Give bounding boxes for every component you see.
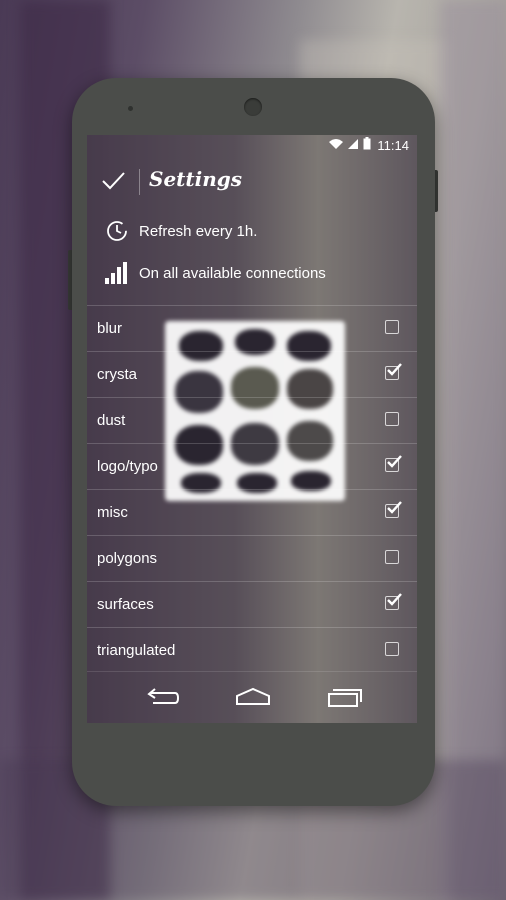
connection-setting[interactable]: On all available connections bbox=[103, 261, 326, 285]
home-icon bbox=[236, 687, 270, 705]
category-label: triangulated bbox=[97, 642, 176, 659]
checkmark-icon bbox=[387, 363, 402, 376]
category-checkbox[interactable] bbox=[385, 363, 402, 380]
category-label: dust bbox=[97, 412, 126, 429]
category-checkbox[interactable] bbox=[385, 593, 402, 610]
recents-icon bbox=[328, 689, 362, 707]
category-row[interactable]: polygons bbox=[87, 535, 417, 581]
category-list: blur crysta dust logo/typo misc polygons surfa… bbox=[87, 305, 417, 673]
status-bar: 11:14 bbox=[87, 135, 417, 157]
action-bar-divider bbox=[139, 169, 140, 195]
back-icon bbox=[147, 688, 180, 704]
category-label: polygons bbox=[97, 550, 158, 567]
category-label: crysta bbox=[97, 366, 138, 383]
signal-bars-icon bbox=[103, 261, 131, 285]
refresh-interval-label: Refresh every 1h. bbox=[139, 222, 258, 240]
check-icon bbox=[102, 172, 125, 190]
checkmark-icon bbox=[387, 501, 402, 514]
category-checkbox[interactable] bbox=[385, 501, 402, 518]
category-label: surfaces bbox=[97, 596, 154, 613]
proximity-sensor bbox=[128, 106, 133, 111]
category-checkbox[interactable] bbox=[385, 320, 399, 334]
home-button[interactable] bbox=[233, 684, 273, 712]
category-row[interactable]: logo/typo bbox=[87, 443, 417, 489]
action-bar: Settings bbox=[87, 163, 417, 203]
category-label: logo/typo bbox=[97, 458, 158, 475]
category-row[interactable]: dust bbox=[87, 397, 417, 443]
page-title: Settings bbox=[149, 167, 243, 191]
confirm-button[interactable] bbox=[99, 167, 127, 195]
category-checkbox[interactable] bbox=[385, 455, 402, 472]
navigation-bar bbox=[87, 671, 417, 723]
wifi-icon bbox=[328, 138, 344, 153]
signal-icon bbox=[348, 138, 359, 153]
category-label: misc bbox=[97, 504, 128, 521]
category-row[interactable]: crysta bbox=[87, 351, 417, 397]
refresh-interval-setting[interactable]: Refresh every 1h. bbox=[103, 219, 257, 243]
recents-button[interactable] bbox=[325, 684, 365, 712]
category-row[interactable]: triangulated bbox=[87, 627, 417, 673]
back-button[interactable] bbox=[141, 684, 181, 712]
category-checkbox[interactable] bbox=[385, 642, 399, 656]
battery-icon bbox=[363, 137, 371, 153]
category-row[interactable]: misc bbox=[87, 489, 417, 535]
category-label: blur bbox=[97, 320, 123, 337]
clock-icon bbox=[103, 219, 131, 243]
connection-label: On all available connections bbox=[139, 264, 326, 282]
category-row[interactable]: blur bbox=[87, 305, 417, 351]
checkmark-icon bbox=[387, 455, 402, 468]
category-row[interactable]: surfaces bbox=[87, 581, 417, 627]
category-checkbox[interactable] bbox=[385, 412, 399, 426]
checkmark-icon bbox=[387, 593, 402, 606]
front-camera bbox=[244, 98, 262, 116]
status-time: 11:14 bbox=[377, 137, 409, 153]
phone-screen: 11:14 Settings Refresh every 1h. On all … bbox=[87, 135, 417, 723]
category-checkbox[interactable] bbox=[385, 550, 399, 564]
